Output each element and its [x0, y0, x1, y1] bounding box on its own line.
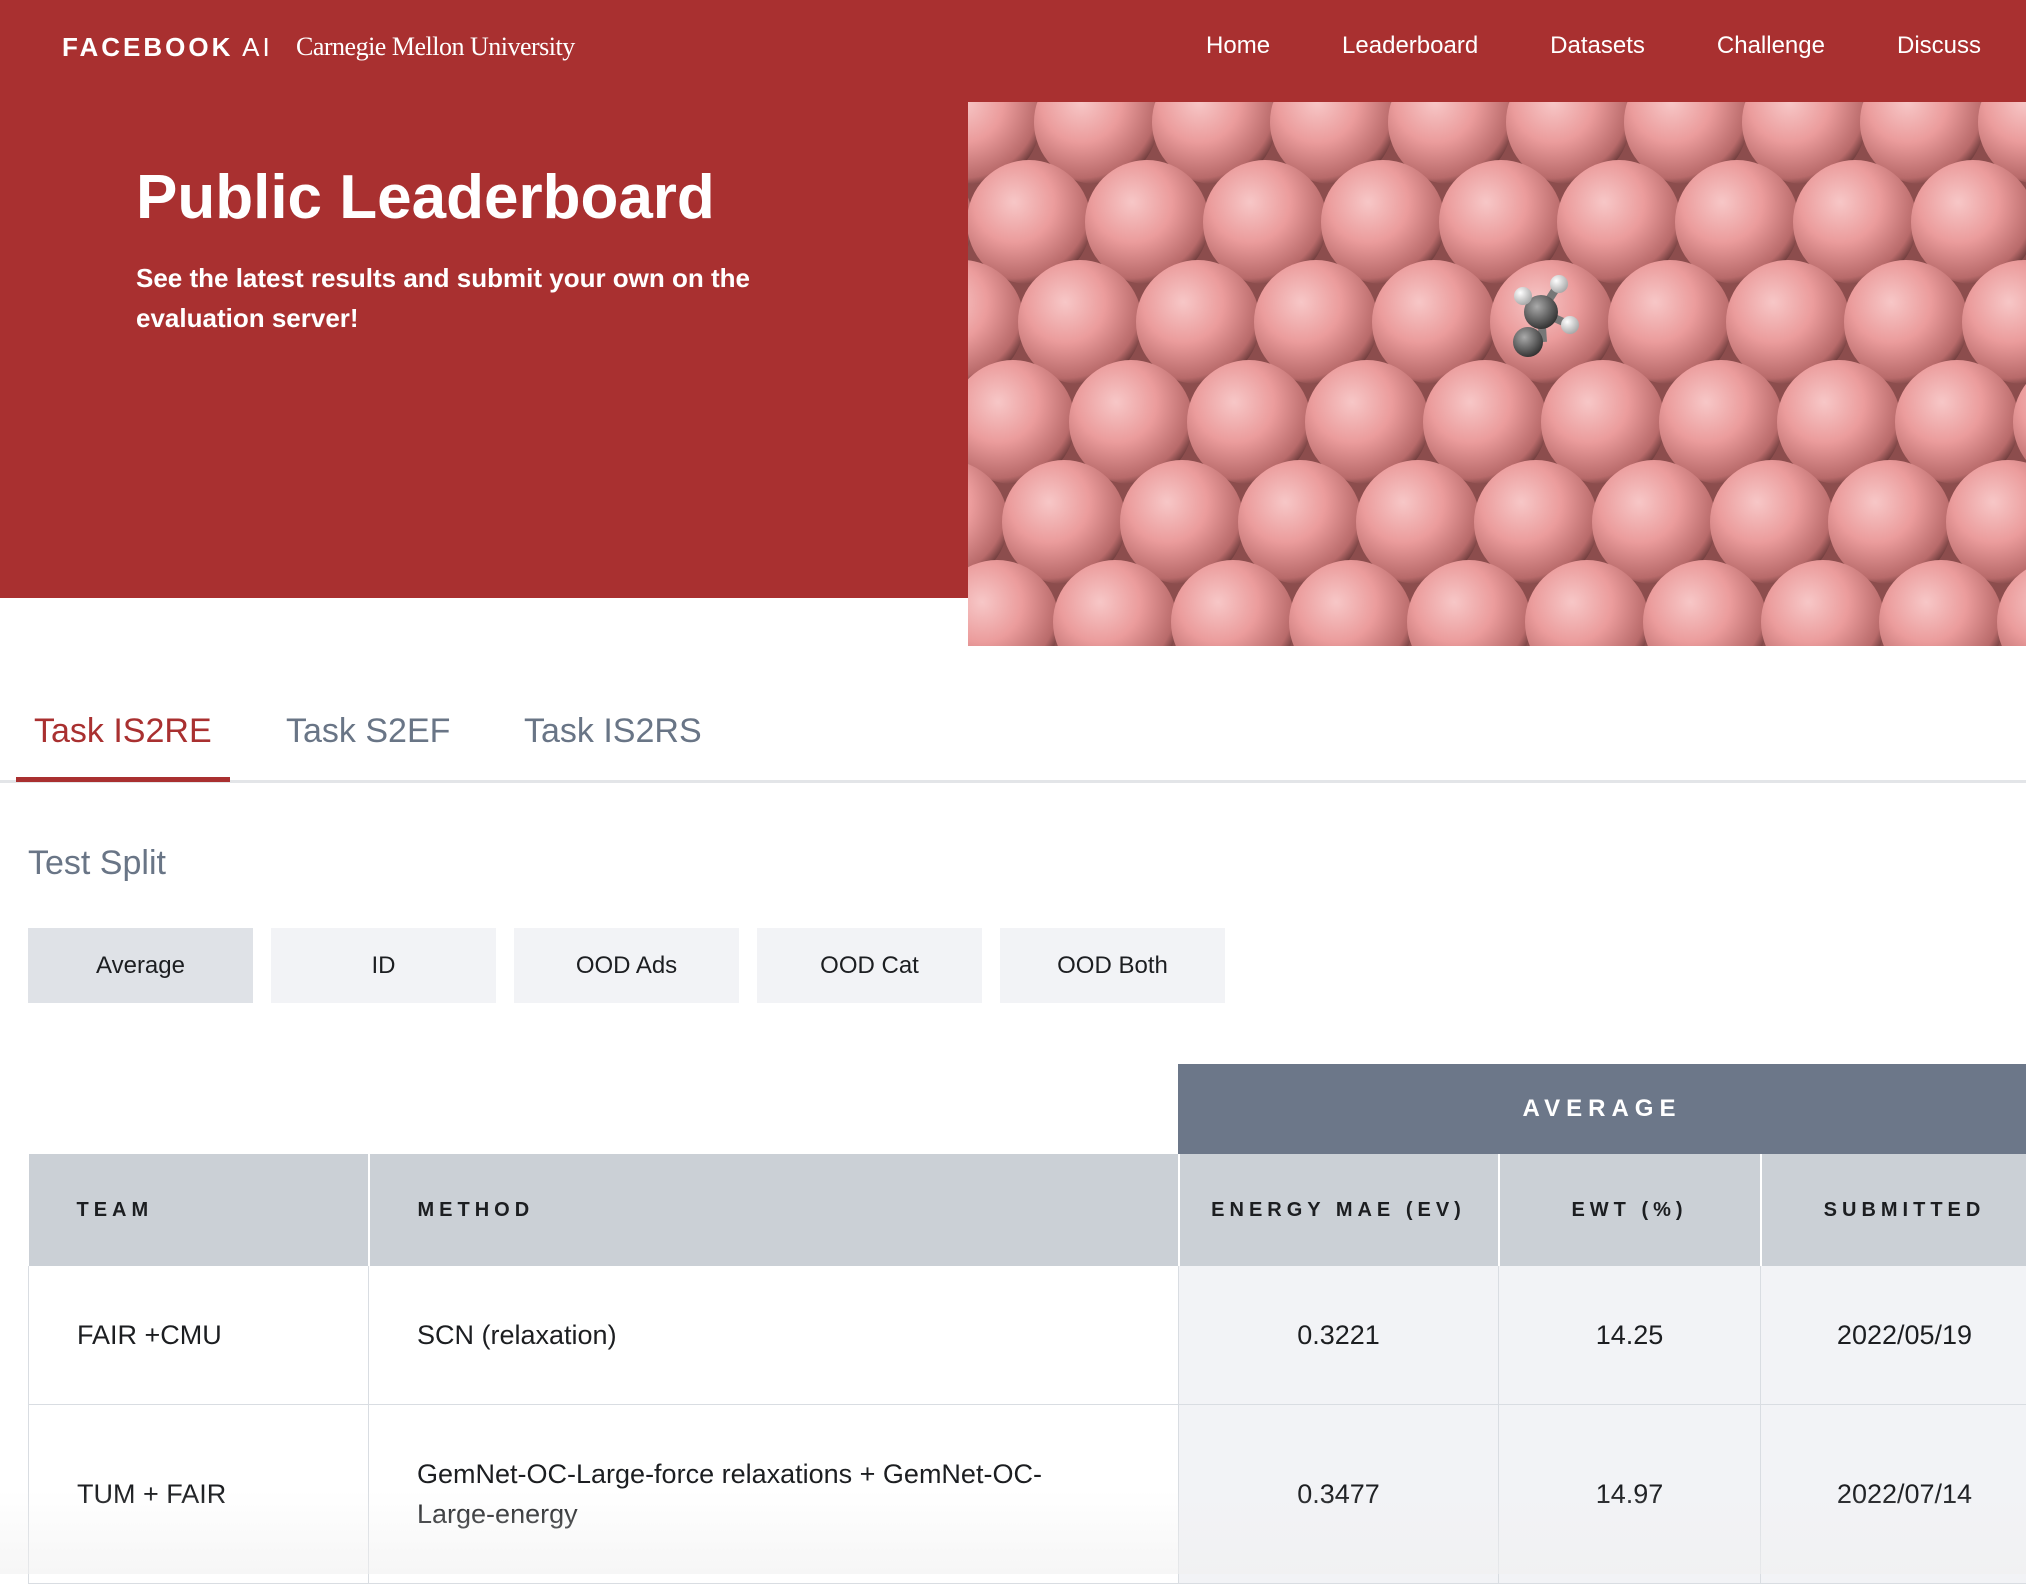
- column-header-energy-mae[interactable]: ENERGY MAE (EV): [1179, 1154, 1499, 1266]
- test-split-heading: Test Split: [28, 844, 166, 883]
- tab-is2rs[interactable]: Task IS2RS: [506, 712, 720, 777]
- column-header-team[interactable]: TEAM: [29, 1154, 369, 1266]
- column-header-method[interactable]: METHOD: [369, 1154, 1179, 1266]
- hero-subtitle: See the latest results and submit your o…: [136, 258, 796, 338]
- ewt-cell: 14.25: [1499, 1266, 1761, 1405]
- split-ood-both-button[interactable]: OOD Both: [1000, 928, 1225, 1003]
- split-ood-cat-button[interactable]: OOD Cat: [757, 928, 982, 1003]
- table-header-row: TEAM METHOD ENERGY MAE (EV) EWT (%) SUBM…: [29, 1154, 2026, 1266]
- nav-challenge[interactable]: Challenge: [1717, 32, 1825, 60]
- nav-datasets[interactable]: Datasets: [1550, 32, 1645, 60]
- energy-mae-cell: 0.3477: [1179, 1405, 1499, 1584]
- test-split-selector: Average ID OOD Ads OOD Cat OOD Both: [28, 928, 1225, 1003]
- table-row: TUM + FAIR GemNet-OC-Large-force relaxat…: [29, 1405, 2026, 1584]
- team-cell: TUM + FAIR: [29, 1405, 369, 1584]
- facebook-ai-logo[interactable]: FACEBOOK AI: [62, 32, 273, 63]
- nav-leaderboard[interactable]: Leaderboard: [1342, 32, 1478, 60]
- method-cell: GemNet-OC-Large-force relaxations + GemN…: [369, 1405, 1179, 1584]
- submitted-cell: 2022/05/19: [1761, 1266, 2026, 1405]
- split-average-button[interactable]: Average: [28, 928, 253, 1003]
- submitted-cell: 2022/07/14: [1761, 1405, 2026, 1584]
- page-title: Public Leaderboard: [136, 162, 715, 233]
- leaderboard-table: TEAM METHOD ENERGY MAE (EV) EWT (%) SUBM…: [28, 1154, 2026, 1584]
- tab-s2ef[interactable]: Task S2EF: [268, 712, 468, 777]
- task-tabs: Task IS2RE Task S2EF Task IS2RS: [0, 700, 2026, 783]
- cmu-logo[interactable]: Carnegie Mellon University: [296, 32, 575, 62]
- ewt-cell: 14.97: [1499, 1405, 1761, 1584]
- split-id-button[interactable]: ID: [271, 928, 496, 1003]
- table-row: FAIR +CMU SCN (relaxation) 0.3221 14.25 …: [29, 1266, 2026, 1405]
- column-header-ewt[interactable]: EWT (%): [1499, 1154, 1761, 1266]
- average-group-header: AVERAGE: [1178, 1064, 2026, 1154]
- metal-surface-adsorbate-image: [968, 102, 2026, 646]
- nav-home[interactable]: Home: [1206, 32, 1270, 60]
- method-cell: SCN (relaxation): [369, 1266, 1179, 1405]
- nav-links: Home Leaderboard Datasets Challenge Disc…: [1206, 32, 1981, 60]
- top-navbar: FACEBOOK AI Carnegie Mellon University H…: [0, 0, 2026, 102]
- tab-is2re[interactable]: Task IS2RE: [16, 712, 230, 782]
- split-ood-ads-button[interactable]: OOD Ads: [514, 928, 739, 1003]
- column-header-submitted[interactable]: SUBMITTED: [1761, 1154, 2026, 1266]
- energy-mae-cell: 0.3221: [1179, 1266, 1499, 1405]
- nav-discuss[interactable]: Discuss: [1897, 32, 1981, 60]
- team-cell: FAIR +CMU: [29, 1266, 369, 1405]
